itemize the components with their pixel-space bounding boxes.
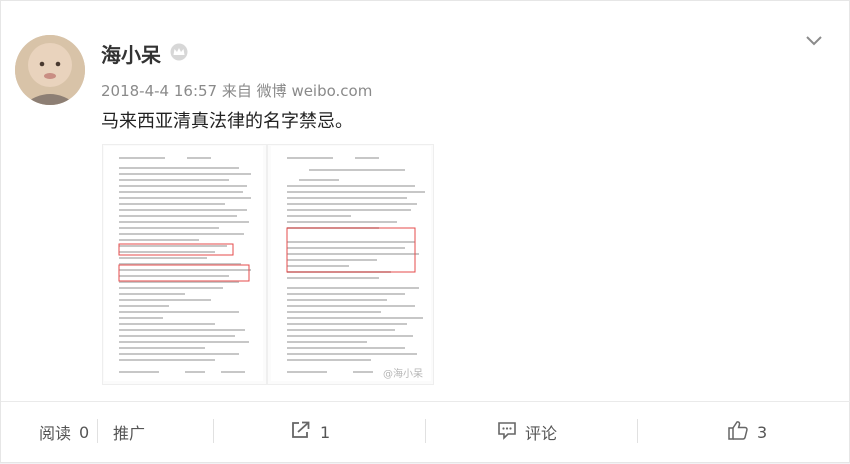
read-label: 阅读 (39, 424, 72, 443)
comment-icon (497, 420, 517, 444)
footer-divider (425, 419, 426, 443)
promote-label: 推广 (113, 424, 146, 443)
promote-button[interactable]: 推广 (113, 420, 145, 444)
footer-divider (97, 419, 98, 443)
source-prefix: 来自 (221, 82, 252, 100)
weibo-post-card: 海小呆 2018-4-4 16:57 来自 微博 weibo.com 马来西亚清… (0, 0, 850, 463)
share-button[interactable]: 1 (290, 420, 330, 444)
thumbs-up-icon (727, 420, 749, 444)
post-text: 马来西亚清真法律的名字禁忌。 (101, 111, 353, 132)
post-timestamp[interactable]: 2018-4-4 16:57 (101, 82, 217, 100)
read-value: 0 (79, 422, 90, 442)
comment-label: 评论 (525, 424, 558, 443)
comment-button[interactable]: 评论 (497, 420, 557, 444)
like-button[interactable]: 3 (727, 420, 767, 444)
footer-divider (213, 419, 214, 443)
post-source[interactable]: 微博 weibo.com (257, 82, 373, 100)
chevron-down-icon[interactable] (805, 33, 823, 47)
post-meta: 2018-4-4 16:57 来自 微博 weibo.com (101, 80, 372, 101)
share-icon (290, 420, 312, 444)
footer-divider (637, 419, 638, 443)
share-count: 1 (320, 422, 331, 442)
avatar[interactable] (15, 35, 85, 105)
image-watermark: @海小呆 (383, 369, 423, 380)
post-footer: 阅读 0 推广 1 评论 3 (1, 401, 850, 464)
like-count: 3 (757, 422, 768, 442)
post-image[interactable]: @海小呆 (102, 144, 434, 385)
crown-icon[interactable] (169, 43, 189, 61)
author-name[interactable]: 海小呆 (101, 39, 161, 68)
read-count: 阅读 0 (39, 420, 89, 444)
